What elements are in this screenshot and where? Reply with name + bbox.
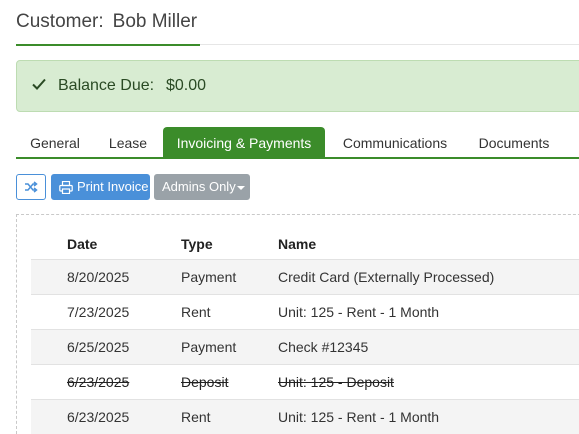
admins-only-dropdown[interactable]: Admins Only [154,174,250,200]
customer-label: Customer: [16,11,104,32]
cell-date: 6/25/2025 [67,339,130,355]
table-row[interactable]: 6/25/2025 Payment Check #12345 [31,329,579,364]
cell-type: Deposit [181,374,229,390]
table-row[interactable]: 6/23/2025 Deposit Unit: 125 - Deposit [31,364,579,399]
balance-due-value: $0.00 [166,77,207,94]
header-name: Name [278,236,317,252]
table-row[interactable]: 6/23/2025 Rent Unit: 125 - Rent - 1 Mont… [31,399,579,434]
cell-date: 7/23/2025 [67,304,130,320]
print-invoice-button[interactable]: Print Invoice [51,174,150,200]
shuffle-icon [25,181,38,193]
cell-name: Unit: 125 - Rent - 1 Month [278,304,440,320]
tab-general[interactable]: General [16,127,94,157]
cell-type: Rent [181,409,211,425]
page-title: Customer: Bob Miller [16,11,197,33]
cell-date: 6/23/2025 [67,409,130,425]
shuffle-button[interactable] [16,174,46,200]
table-row[interactable]: 8/20/2025 Payment Credit Card (Externall… [31,259,579,294]
printer-icon [59,181,73,194]
header-date: Date [67,236,98,252]
cell-type: Rent [181,304,211,320]
tab-underline [16,157,579,159]
header-type: Type [181,236,213,252]
tab-lease[interactable]: Lease [108,127,148,157]
caret-down-icon [237,186,245,190]
balance-due-label: Balance Due: [58,77,155,94]
cell-type: Payment [181,339,237,355]
print-invoice-label: Print Invoice [77,179,149,194]
table-row[interactable]: 7/23/2025 Rent Unit: 125 - Rent - 1 Mont… [31,294,579,329]
cell-type: Payment [181,269,237,285]
customer-name: Bob Miller [112,11,198,32]
cell-date: 8/20/2025 [67,269,130,285]
cell-date: 6/23/2025 [67,374,130,390]
cell-name: Credit Card (Externally Processed) [278,269,495,285]
balance-due-alert: Balance Due: $0.00 [16,60,579,112]
cell-name: Unit: 125 - Rent - 1 Month [278,409,440,425]
cell-name: Unit: 125 - Deposit [278,374,394,390]
tab-documents[interactable]: Documents [476,127,552,157]
admins-only-label: Admins Only [162,179,236,194]
table-header: Date Type Name [31,226,579,260]
title-underline [16,44,200,46]
tab-communications[interactable]: Communications [340,127,450,157]
check-icon [32,78,46,90]
tab-bar: General Lease Invoicing & Payments Commu… [16,127,579,159]
tab-invoicing-payments[interactable]: Invoicing & Payments [163,127,325,157]
header-divider [200,44,579,45]
cell-name: Check #12345 [278,339,369,355]
